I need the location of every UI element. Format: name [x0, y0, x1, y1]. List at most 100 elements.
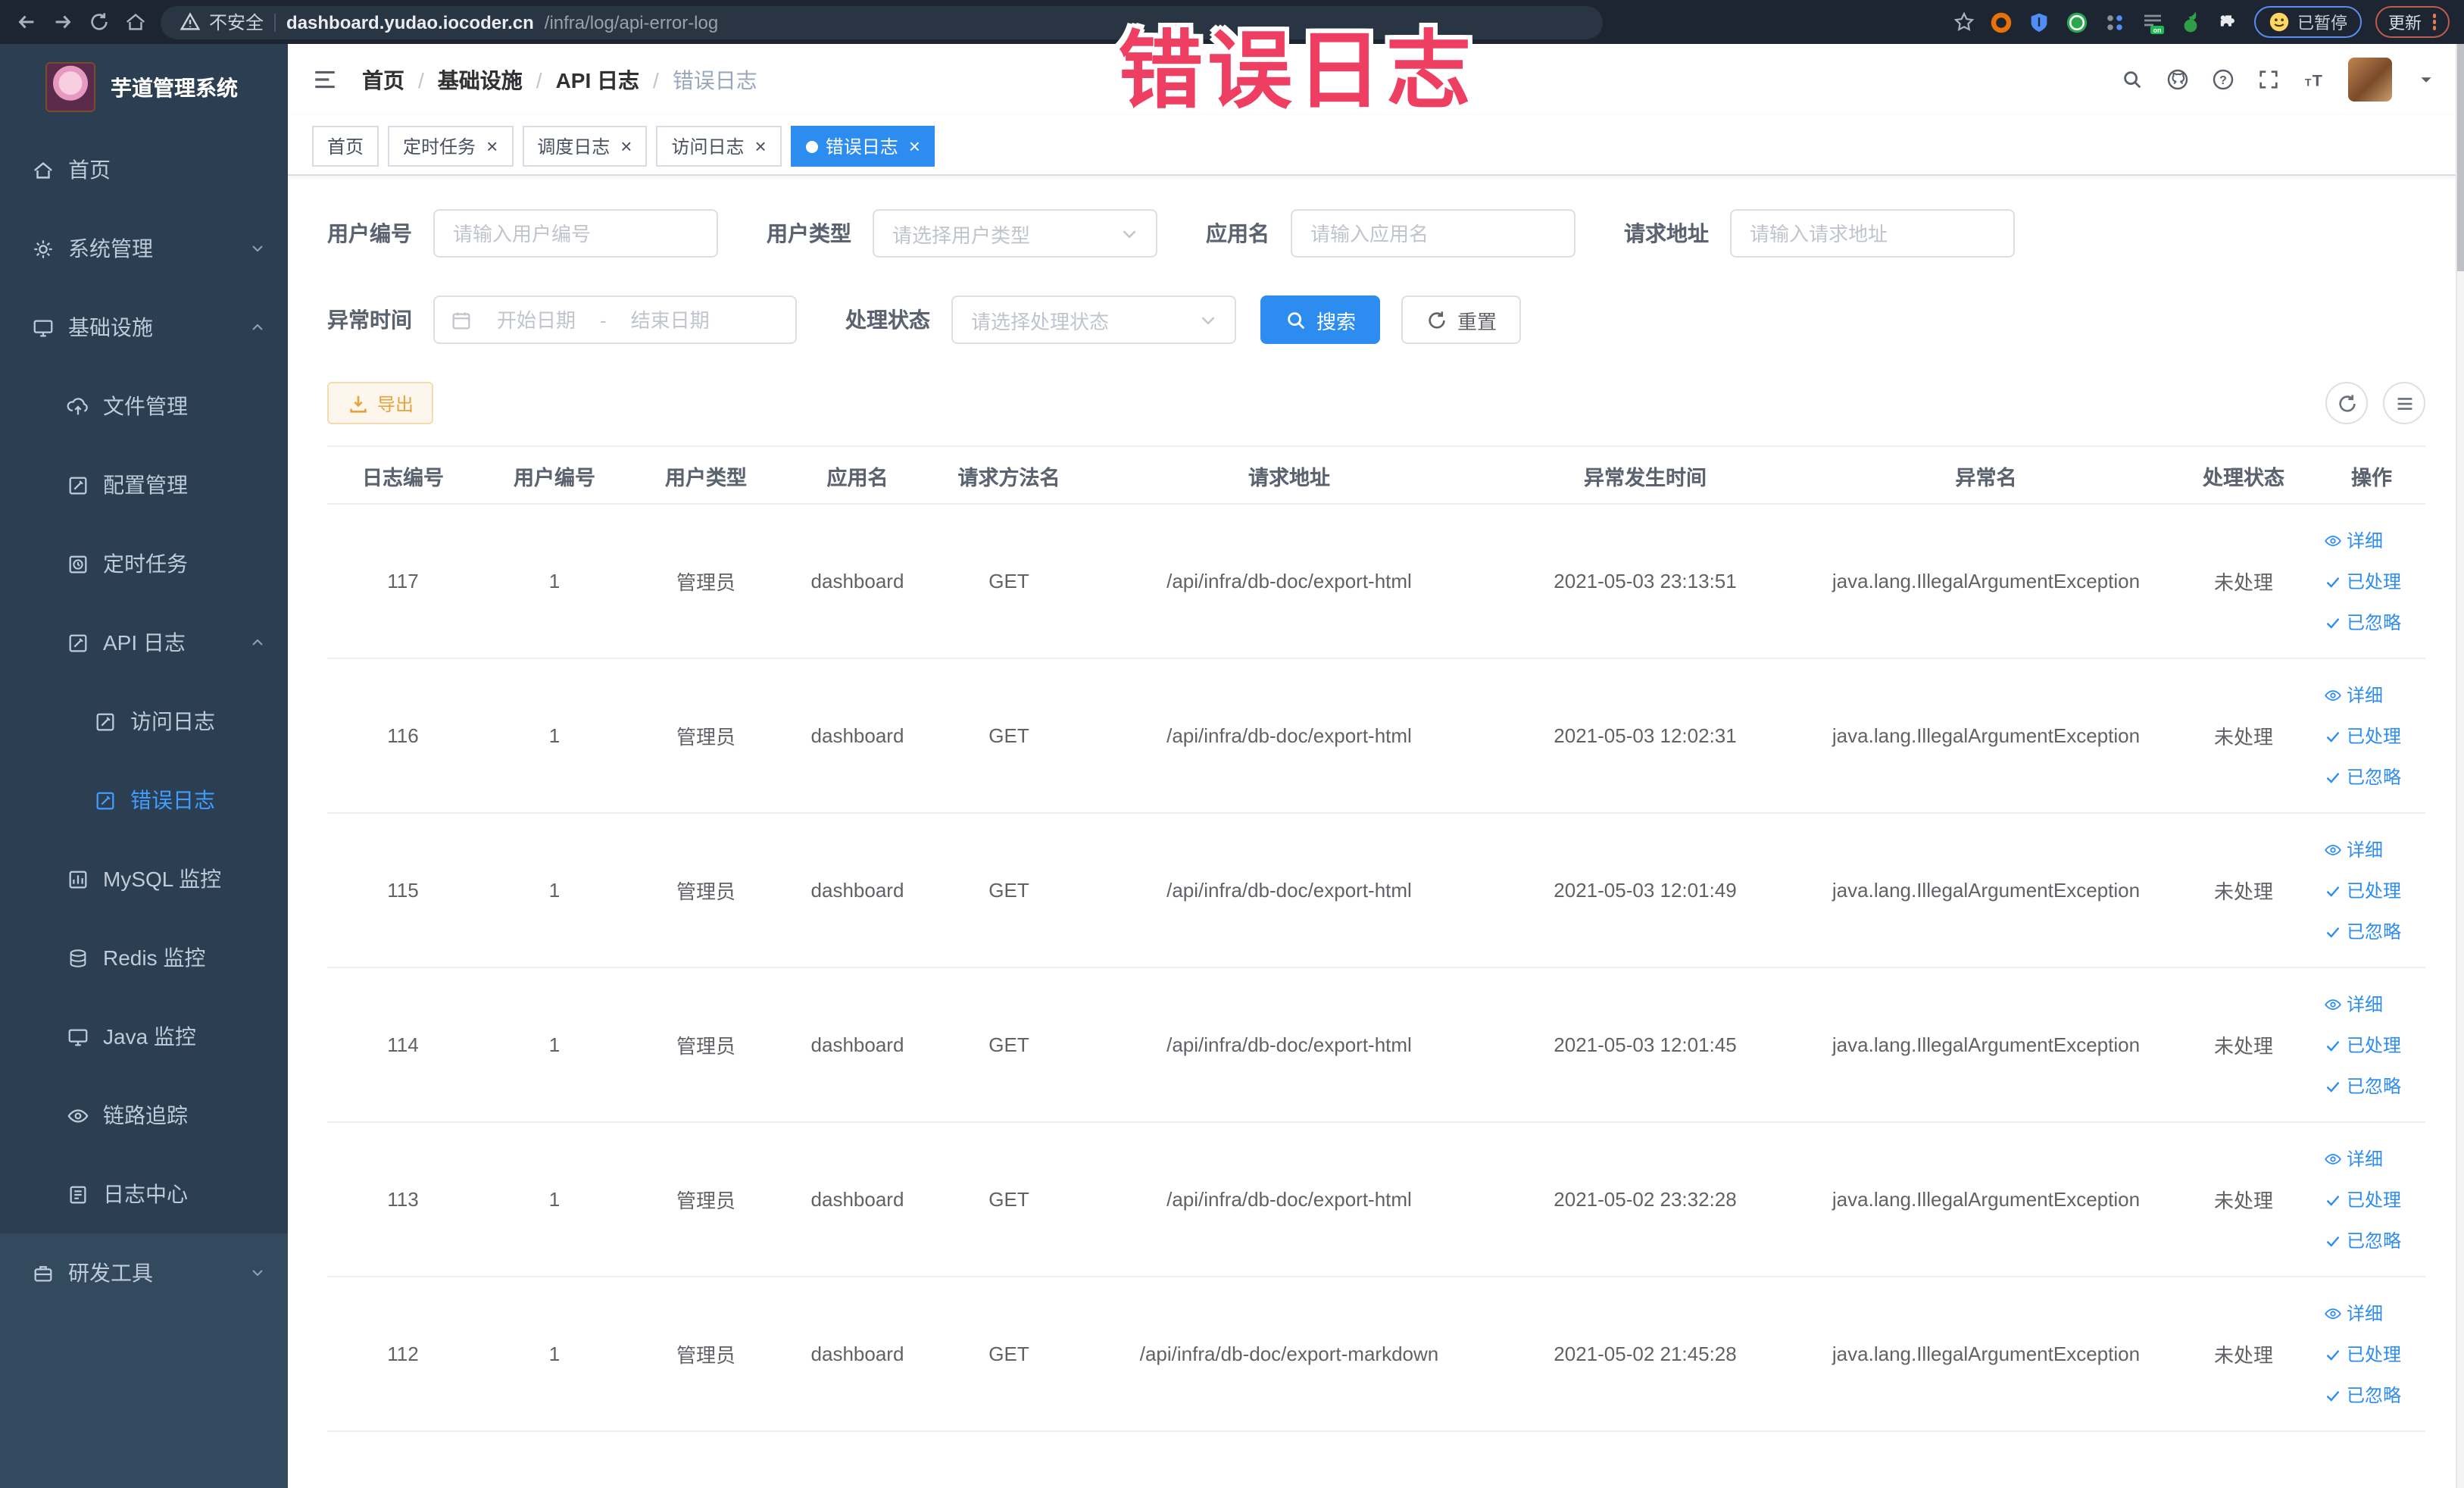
- browser-menu-icon[interactable]: [2432, 14, 2436, 30]
- reset-button[interactable]: 重置: [1401, 295, 1522, 344]
- gear-icon: [32, 237, 55, 260]
- sidebar-item-mysql-monitor[interactable]: MySQL 监控: [0, 839, 288, 918]
- error-time-range-picker[interactable]: -: [433, 295, 797, 344]
- user-id-input[interactable]: [435, 222, 717, 245]
- sidebar-item-devtools[interactable]: 研发工具: [0, 1233, 288, 1312]
- help-icon[interactable]: ?: [2212, 68, 2234, 91]
- action-已忽略[interactable]: 已忽略: [2324, 1382, 2401, 1408]
- tab-close-icon[interactable]: ×: [620, 136, 632, 156]
- breadcrumb-item-1[interactable]: 首页: [362, 64, 404, 95]
- ext-greencircle-icon[interactable]: [2064, 10, 2088, 34]
- cell-time: 2021-05-03 12:01:49: [1554, 879, 1737, 902]
- action-已忽略[interactable]: 已忽略: [2324, 609, 2401, 635]
- action-已忽略[interactable]: 已忽略: [2324, 1073, 2401, 1099]
- security-status[interactable]: 不安全: [179, 9, 264, 35]
- check-icon: [2324, 1231, 2342, 1249]
- sidebar-item-java-monitor[interactable]: Java 监控: [0, 997, 288, 1076]
- sidebar-item-api-log[interactable]: API 日志: [0, 603, 288, 682]
- cell-exception: java.lang.IllegalArgumentException: [1832, 1188, 2141, 1211]
- search-icon[interactable]: [2121, 68, 2144, 91]
- tab-paused-badge[interactable]: 已暂停: [2253, 6, 2361, 38]
- avatar-caret-icon[interactable]: [2415, 68, 2437, 91]
- breadcrumb-item-2[interactable]: 基础设施: [438, 64, 523, 95]
- sidebar-item-redis-monitor[interactable]: Redis 监控: [0, 918, 288, 997]
- cell-method: GET: [988, 570, 1029, 592]
- sidebar-item-error-log[interactable]: 错误日志: [0, 761, 288, 839]
- browser-reload-icon[interactable]: [88, 11, 111, 33]
- tab-定时任务[interactable]: 定时任务 ×: [388, 126, 514, 167]
- ext-onbadge-icon[interactable]: on: [2140, 10, 2164, 34]
- tab-close-icon[interactable]: ×: [909, 136, 920, 156]
- user-avatar[interactable]: [2348, 58, 2392, 102]
- sidebar-item-config-manage[interactable]: 配置管理: [0, 445, 288, 524]
- action-已处理[interactable]: 已处理: [2324, 1032, 2401, 1058]
- ext-sprout-icon[interactable]: [2178, 10, 2202, 34]
- action-详细[interactable]: 详细: [2324, 1300, 2383, 1326]
- breadcrumb-item-3[interactable]: API 日志: [556, 64, 639, 95]
- search-button[interactable]: 搜索: [1260, 295, 1381, 344]
- table-toolbar: 导出: [327, 382, 2425, 424]
- action-已处理[interactable]: 已处理: [2324, 1186, 2401, 1212]
- column-settings-button[interactable]: [2383, 382, 2425, 424]
- sidebar-item-system[interactable]: 系统管理: [0, 209, 288, 288]
- ext-dotgrid-icon[interactable]: [2102, 10, 2126, 34]
- sidebar-item-scheduled-job[interactable]: 定时任务: [0, 524, 288, 603]
- browser-back-icon[interactable]: [15, 11, 38, 33]
- action-已忽略[interactable]: 已忽略: [2324, 764, 2401, 789]
- action-已忽略[interactable]: 已忽略: [2324, 1227, 2401, 1253]
- action-已忽略[interactable]: 已忽略: [2324, 918, 2401, 944]
- tab-访问日志[interactable]: 访问日志 ×: [656, 126, 782, 167]
- eye-icon: [2324, 840, 2342, 858]
- cell-user_id: 1: [548, 724, 561, 747]
- sidebar-item-file-manage[interactable]: 文件管理: [0, 367, 288, 445]
- action-已处理[interactable]: 已处理: [2324, 723, 2401, 749]
- sidebar-item-access-log[interactable]: 访问日志: [0, 682, 288, 761]
- action-详细[interactable]: 详细: [2324, 991, 2383, 1017]
- tab-close-icon[interactable]: ×: [486, 136, 498, 156]
- tab-错误日志[interactable]: 错误日志 ×: [790, 126, 935, 167]
- action-已处理[interactable]: 已处理: [2324, 568, 2401, 594]
- user-type-select[interactable]: 请选择用户类型: [873, 209, 1157, 258]
- font-size-icon[interactable]: TT: [2303, 68, 2325, 91]
- request-url-input[interactable]: [1732, 222, 2013, 245]
- sidebar-item-log-center[interactable]: 日志中心: [0, 1155, 288, 1233]
- sidebar-item-trace[interactable]: 链路追踪: [0, 1076, 288, 1155]
- browser-forward-icon[interactable]: [52, 11, 74, 33]
- tab-首页[interactable]: 首页: [312, 126, 379, 167]
- action-详细[interactable]: 详细: [2324, 682, 2383, 708]
- end-date-input[interactable]: [614, 307, 726, 333]
- breadcrumb-item-4: 错误日志: [672, 67, 757, 92]
- ext-donut-icon[interactable]: [1988, 10, 2013, 34]
- start-date-input[interactable]: [480, 307, 592, 333]
- page-scrollbar[interactable]: [2456, 44, 2464, 1488]
- process-status-select[interactable]: 请选择处理状态: [951, 295, 1236, 344]
- tab-close-icon[interactable]: ×: [755, 136, 767, 156]
- app-logo[interactable]: 芋道管理系统: [0, 44, 288, 130]
- action-已处理[interactable]: 已处理: [2324, 1341, 2401, 1367]
- bookmark-star-icon[interactable]: [1952, 11, 1975, 33]
- cell-status: 未处理: [2213, 726, 2273, 749]
- tab-调度日志[interactable]: 调度日志 ×: [522, 126, 648, 167]
- fullscreen-icon[interactable]: [2257, 68, 2280, 91]
- action-已处理[interactable]: 已处理: [2324, 877, 2401, 903]
- action-详细[interactable]: 详细: [2324, 1146, 2383, 1171]
- ext-shield-icon[interactable]: [2026, 10, 2050, 34]
- action-详细[interactable]: 详细: [2324, 527, 2383, 553]
- cell-status: 未处理: [2213, 1344, 2273, 1367]
- sidebar-menu-light: 研发工具: [0, 1233, 288, 1312]
- eye-icon: [2324, 1149, 2342, 1168]
- address-bar[interactable]: 不安全 dashboard.yudao.iocoder.cn/infra/log…: [161, 5, 1603, 39]
- action-详细[interactable]: 详细: [2324, 836, 2383, 862]
- app-name-input[interactable]: [1292, 222, 1574, 245]
- export-button[interactable]: 导出: [327, 382, 434, 424]
- error-log-table: 日志编号 用户编号 用户类型 应用名 请求方法名 请求地址 异常发生时间 异常名 处理状态 操作 …: [327, 445, 2425, 1432]
- sidebar-item-infra[interactable]: 基础设施: [0, 288, 288, 367]
- hamburger-icon[interactable]: [312, 67, 338, 92]
- ext-puzzle-icon[interactable]: [2216, 10, 2240, 34]
- refresh-table-button[interactable]: [2325, 382, 2368, 424]
- scrollbar-thumb[interactable]: [2457, 44, 2464, 271]
- browser-home-icon[interactable]: [124, 11, 147, 33]
- chrome-update-button[interactable]: 更新: [2375, 6, 2450, 38]
- sidebar-item-home[interactable]: 首页: [0, 130, 288, 209]
- github-icon[interactable]: [2166, 68, 2189, 91]
